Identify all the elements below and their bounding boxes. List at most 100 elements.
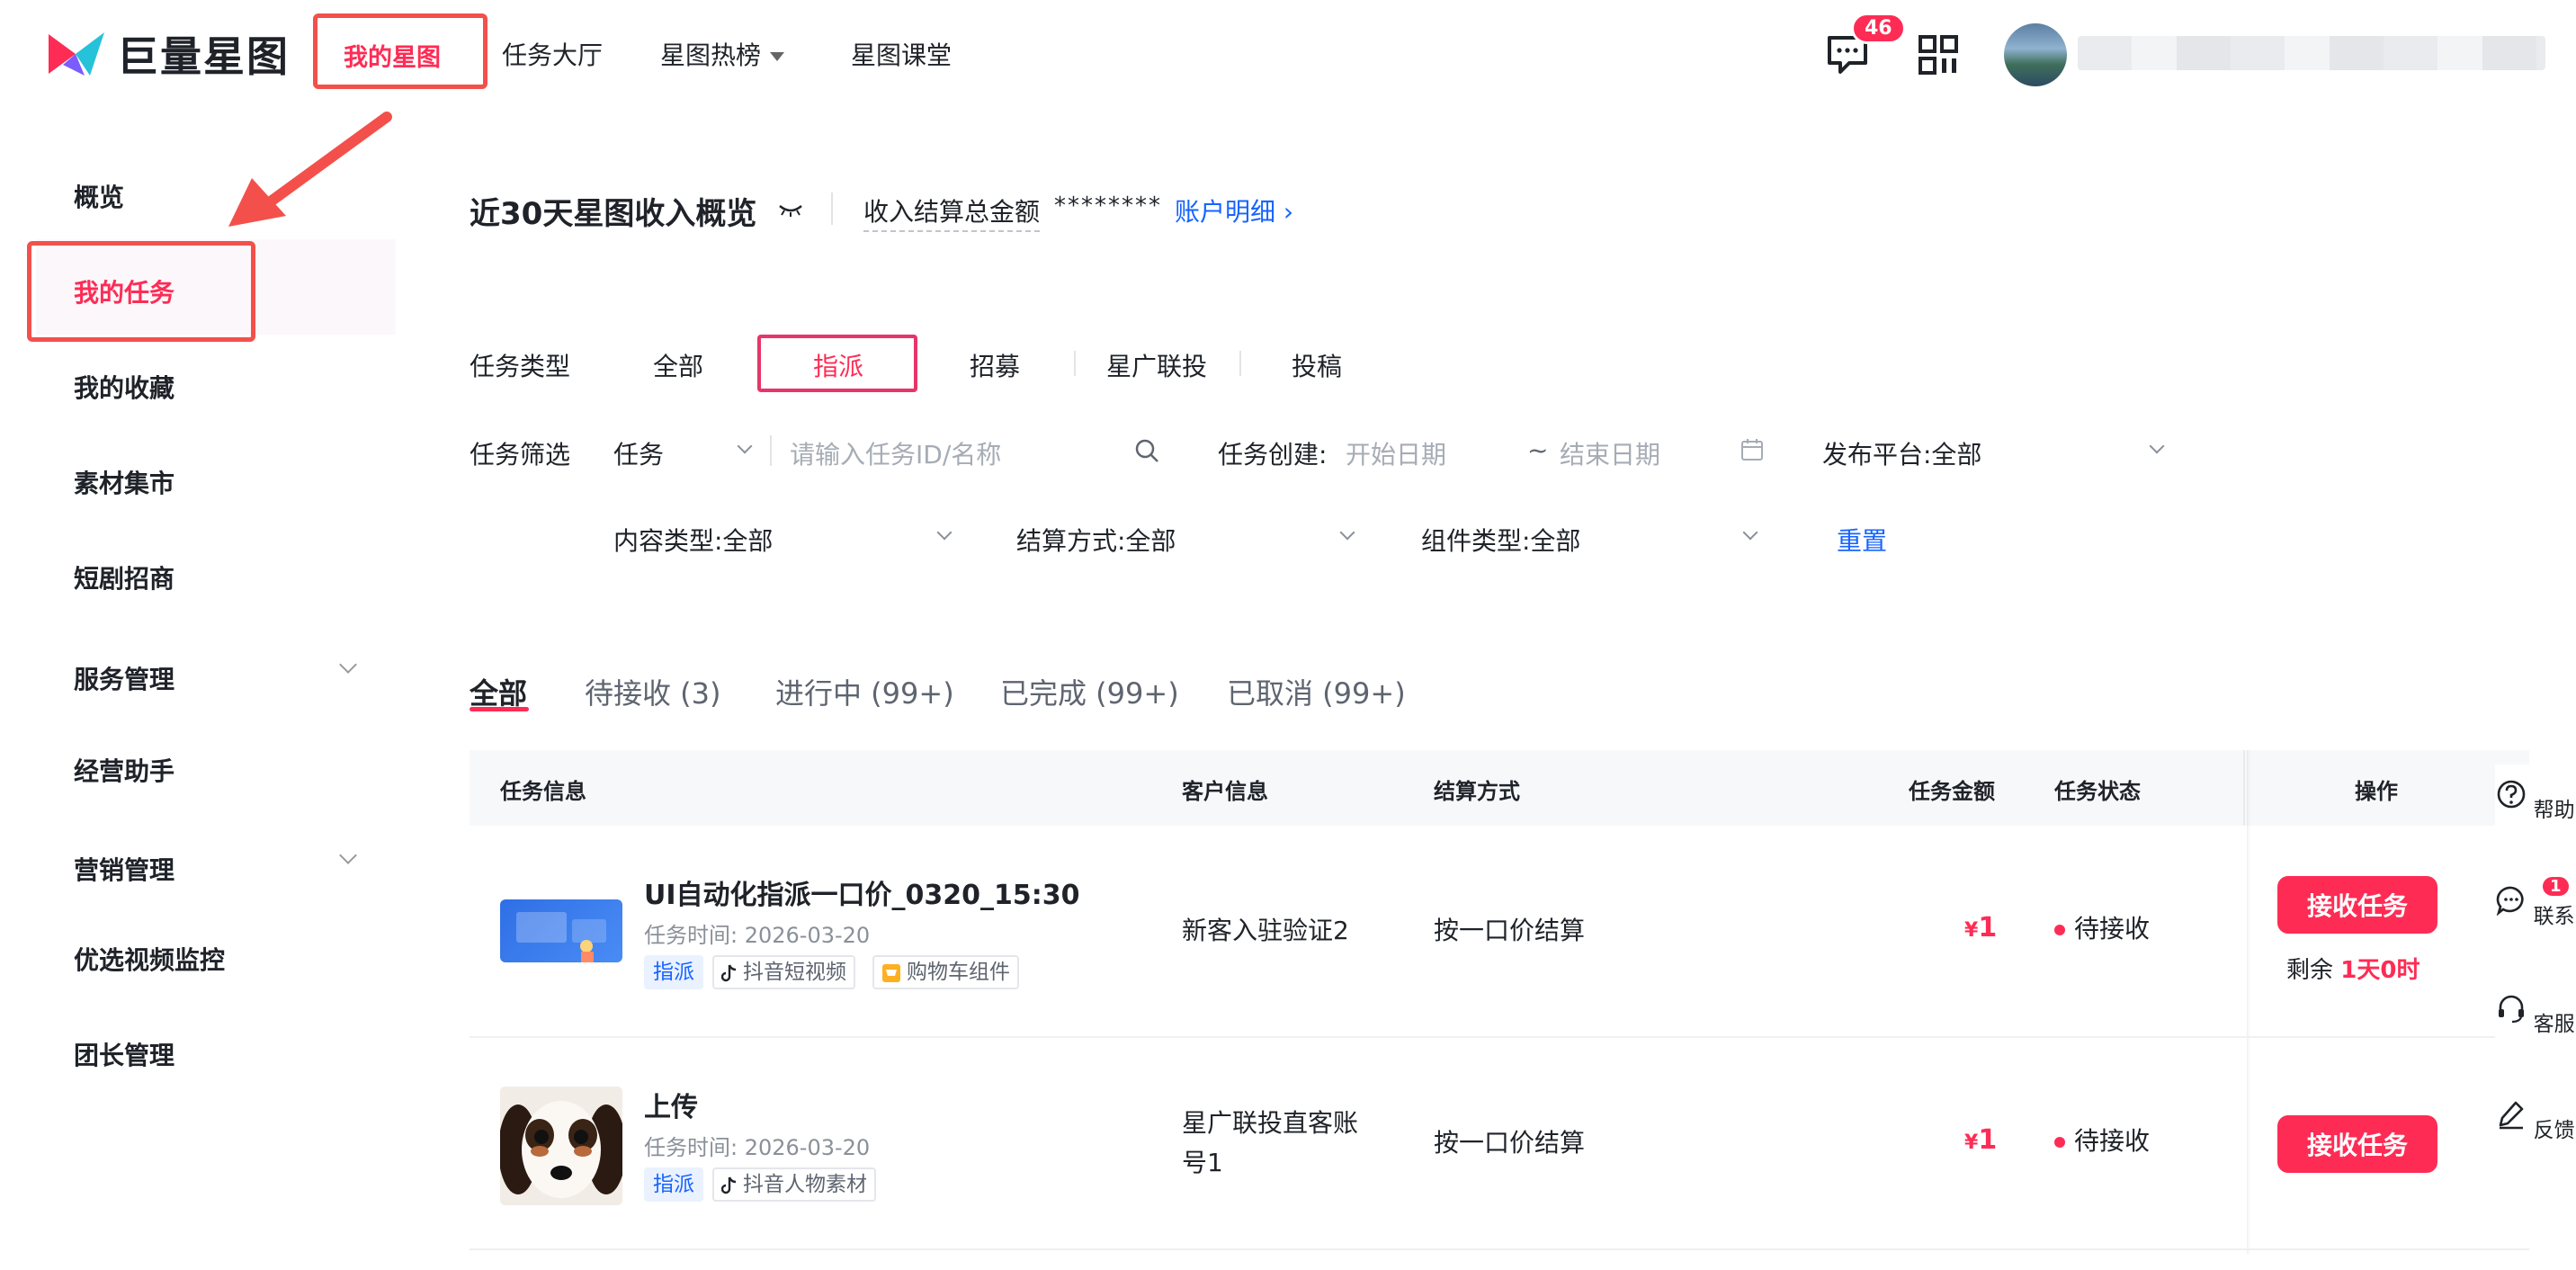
float-contact-label: 联系: [2533, 905, 2575, 928]
date-range-separator: ~: [1527, 435, 1549, 465]
logo[interactable]: 巨量星图: [45, 27, 290, 81]
task-type-label: 任务类型: [470, 352, 571, 381]
edit-icon: [2500, 1101, 2524, 1130]
douyin-icon: [721, 964, 737, 982]
chat-icon: [2496, 886, 2524, 917]
income-total-label[interactable]: 收入结算总金额: [863, 192, 1041, 232]
logo-mark-icon: [49, 32, 104, 76]
float-help-label: 帮助: [2533, 799, 2575, 822]
sidebar-item-short-drama[interactable]: 短剧招商: [74, 559, 174, 595]
start-date-input[interactable]: 开始日期: [1346, 435, 1446, 471]
chevron-down-icon[interactable]: [1339, 524, 1355, 541]
th-amount: 任务金额: [1909, 779, 1995, 804]
float-service[interactable]: 客服: [2495, 993, 2576, 1037]
chevron-down-icon[interactable]: [1742, 524, 1758, 541]
contact-badge: 1: [2540, 874, 2572, 899]
sidebar-item-service-mgmt[interactable]: 服务管理: [74, 660, 174, 696]
type-tab-joint-ads[interactable]: 星广联投: [1106, 347, 1207, 383]
end-date-input[interactable]: 结束日期: [1560, 435, 1660, 471]
type-tab-submission[interactable]: 投稿: [1292, 347, 1342, 383]
sidebar-item-marketing-mgmt[interactable]: 营销管理: [74, 851, 174, 887]
eye-closed-icon[interactable]: [777, 201, 804, 218]
accept-task-button[interactable]: 接收任务: [2277, 1115, 2437, 1173]
task-select[interactable]: 任务: [613, 435, 664, 471]
overview-title: 近30天星图收入概览: [470, 196, 757, 232]
thumbnail-illustration-icon: [516, 912, 606, 962]
task-thumbnail[interactable]: [500, 1087, 622, 1205]
divider: [1074, 351, 1076, 376]
task-name[interactable]: UI自动化指派一口价_0320_15:30: [644, 872, 1080, 912]
created-date-label: 任务创建:: [1218, 440, 1328, 470]
status-tab-pending[interactable]: 待接收 (3): [585, 671, 721, 712]
tag-label: 抖音人物素材: [743, 1173, 867, 1196]
fixed-column-shadow: [2247, 750, 2250, 1254]
customer-name-line2: 号1: [1182, 1148, 1223, 1177]
sidebar-item-my-tasks[interactable]: 我的任务: [74, 273, 174, 309]
dog-photo-icon: [500, 1087, 622, 1205]
floating-toolbar: 帮助 联系 1 客服 反馈: [2495, 765, 2576, 1187]
tag-assign: 指派: [644, 1167, 703, 1202]
float-feedback[interactable]: 反馈: [2495, 1099, 2576, 1143]
account-name-blurred: [2078, 36, 2545, 70]
search-input[interactable]: 请输入任务ID/名称: [790, 435, 1001, 471]
currency-symbol: ¥: [1964, 1131, 1979, 1154]
divider: [831, 192, 833, 225]
status-tab-in-progress[interactable]: 进行中 (99+): [775, 671, 954, 712]
reset-button[interactable]: 重置: [1837, 522, 1887, 558]
chevron-down-icon[interactable]: [737, 438, 753, 454]
chevron-down-icon[interactable]: [2149, 438, 2165, 454]
avatar[interactable]: [2004, 23, 2067, 86]
account-detail-link[interactable]: 账户明细 ›: [1175, 192, 1293, 228]
float-feedback-label: 反馈: [2533, 1119, 2575, 1142]
status-dot: [2054, 925, 2065, 935]
sidebar-item-business-assistant[interactable]: 经营助手: [74, 752, 174, 788]
component-type-select[interactable]: 组件类型:全部: [1421, 522, 1580, 558]
accept-task-button[interactable]: 接收任务: [2277, 876, 2437, 934]
divider: [2243, 750, 2245, 826]
nav-task-hall[interactable]: 任务大厅: [502, 36, 603, 72]
tag-assign: 指派: [644, 955, 703, 989]
task-thumbnail[interactable]: [500, 899, 622, 962]
search-icon[interactable]: [1133, 437, 1160, 464]
sidebar-item-overview[interactable]: 概览: [74, 178, 124, 214]
tab-underline: [470, 707, 529, 711]
income-total-value: ********: [1054, 192, 1162, 219]
settle-type: 按一口价结算: [1434, 1128, 1586, 1158]
float-help[interactable]: 帮助: [2495, 779, 2576, 823]
task-status: 待接收: [2074, 914, 2151, 944]
nav-classroom[interactable]: 星图课堂: [851, 36, 952, 72]
th-customer-info: 客户信息: [1182, 779, 1268, 804]
task-amount: ¥1: [1964, 1124, 1997, 1156]
annotation-arrow-icon: [228, 112, 392, 227]
content-type-select[interactable]: 内容类型:全部: [613, 522, 773, 558]
nav-hot-list[interactable]: 星图热榜: [660, 36, 785, 72]
task-filter-label: 任务筛选: [470, 440, 571, 470]
settle-type-select[interactable]: 结算方式:全部: [1016, 522, 1176, 558]
task-name[interactable]: 上传: [644, 1085, 698, 1124]
divider: [770, 435, 772, 466]
task-time: 任务时间: 2026-03-20: [644, 923, 871, 948]
sidebar-item-leader-mgmt[interactable]: 团长管理: [74, 1036, 174, 1072]
calendar-icon[interactable]: [1740, 437, 1765, 462]
currency-symbol: ¥: [1964, 919, 1979, 942]
douyin-icon: [721, 1176, 737, 1194]
platform-select[interactable]: 发布平台:全部: [1822, 435, 1981, 471]
task-status: 待接收: [2074, 1126, 2151, 1156]
sidebar-item-favorites[interactable]: 我的收藏: [74, 369, 174, 405]
chevron-down-icon[interactable]: [936, 524, 953, 541]
qrcode-icon[interactable]: [1918, 34, 1959, 76]
status-tab-cancelled[interactable]: 已取消 (99+): [1227, 671, 1406, 712]
sidebar-item-material-market[interactable]: 素材集市: [74, 464, 174, 500]
task-time: 任务时间: 2026-03-20: [644, 1135, 871, 1160]
th-status: 任务状态: [2054, 779, 2141, 804]
amount-value: 1: [1978, 1124, 1998, 1156]
help-icon: [2498, 780, 2526, 809]
top-navigation: 巨量星图 我的星图 任务大厅 星图热榜 星图课堂 46: [0, 0, 2576, 108]
sidebar-item-video-monitor[interactable]: 优选视频监控: [74, 941, 225, 977]
nav-my-xingtu[interactable]: 我的星图: [344, 38, 441, 73]
type-tab-all[interactable]: 全部: [653, 347, 703, 383]
th-task-info: 任务信息: [500, 779, 586, 804]
type-tab-recruit[interactable]: 招募: [970, 347, 1020, 383]
status-tab-completed[interactable]: 已完成 (99+): [1000, 671, 1179, 712]
type-tab-assign[interactable]: 指派: [813, 347, 863, 383]
